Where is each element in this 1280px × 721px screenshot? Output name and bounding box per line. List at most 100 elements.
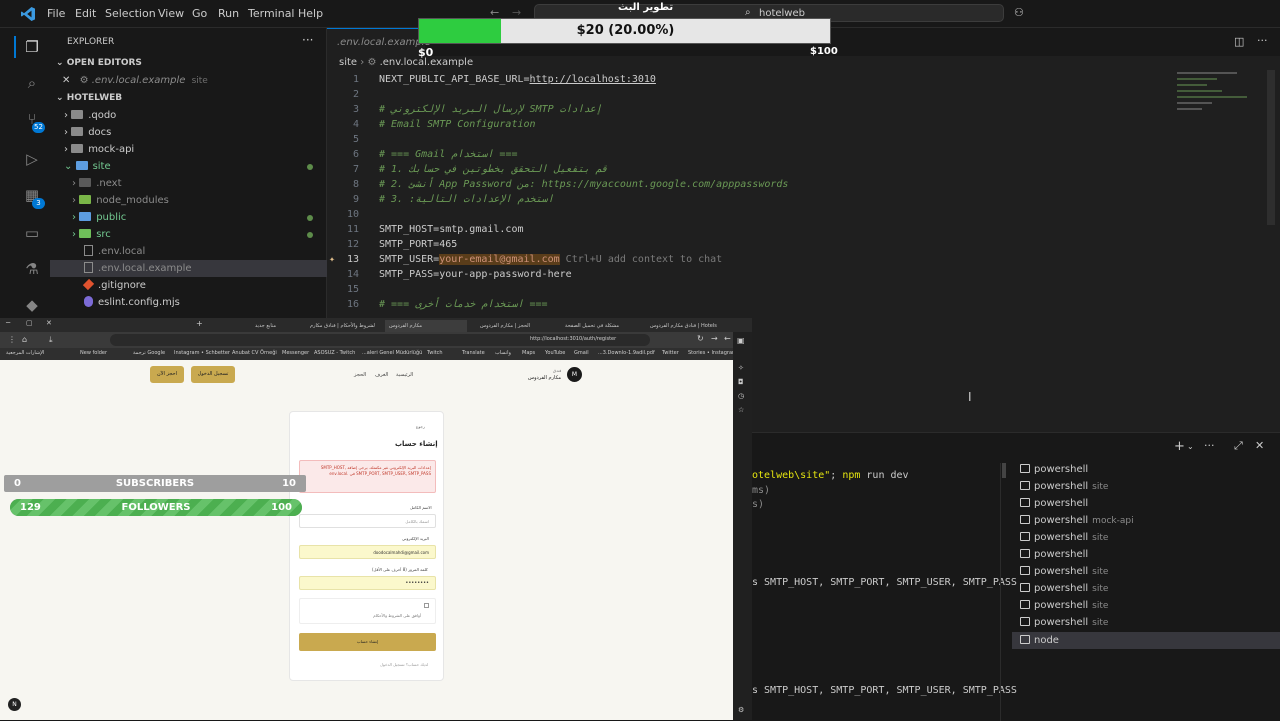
menu-edit[interactable]: Edit — [75, 7, 96, 20]
tree-item-public[interactable]: › public — [50, 209, 327, 226]
menu-icon[interactable]: ⋮ — [8, 335, 16, 344]
bookmark[interactable]: ...aleri Genel Müdürlüğü — [362, 350, 422, 356]
search-icon[interactable]: ⌕ — [23, 74, 41, 92]
url-input[interactable]: http://localhost:3010/auth/register — [110, 334, 650, 346]
breadcrumb-folder[interactable]: site — [339, 57, 357, 68]
bookmark[interactable]: Instagram • Schbetter — [174, 350, 230, 356]
code-line[interactable]: 3 # لإرسال البريد الإلكتروني SMTP إعدادات — [327, 102, 1267, 117]
code-line[interactable]: 9 # 3. :استخدم الإعدادات التالية — [327, 192, 1267, 207]
code-line[interactable]: 5 — [327, 132, 1267, 147]
terminal-scroll-thumb[interactable] — [1002, 463, 1006, 478]
tree-item-mock-api[interactable]: › mock-api — [50, 141, 327, 158]
bookmark[interactable]: ASOSUZ - Twitch — [314, 350, 355, 356]
bookmark[interactable]: YouTube — [545, 350, 565, 356]
forward-icon[interactable]: → — [711, 334, 718, 343]
login-button[interactable]: تسجيل الدخول — [191, 366, 235, 383]
terminal-instance[interactable]: powershell site — [1012, 563, 1280, 580]
bookmark[interactable]: Gmail — [574, 350, 589, 356]
settings-icon[interactable]: ⚙ — [738, 706, 744, 714]
bookmark[interactable]: واتساب — [495, 350, 511, 356]
more-actions-icon[interactable]: ··· — [302, 33, 313, 47]
reload-icon[interactable]: ↻ — [697, 334, 704, 343]
split-editor-icon[interactable]: ◫ — [1234, 35, 1244, 48]
menu-selection[interactable]: Selection — [105, 7, 156, 20]
python-icon[interactable]: ◆ — [23, 296, 41, 314]
extension-icon[interactable]: ⌂ — [22, 335, 27, 344]
project-header[interactable]: ⌄ HOTELWEB — [50, 90, 327, 107]
email-field[interactable]: doodocalmahdi@gmail.com — [299, 545, 436, 559]
code-line[interactable]: 16 # === استخدام خدمات أخرى === — [327, 297, 1267, 312]
nav-link-home[interactable]: الرئيسية — [396, 372, 413, 378]
run-debug-icon[interactable]: ▷ — [23, 150, 41, 168]
menu-help[interactable]: Help — [298, 7, 323, 20]
new-tab-icon[interactable]: + — [196, 319, 203, 328]
history-icon[interactable]: ◷ — [738, 392, 744, 400]
browser-tab-active[interactable]: مكارم الفردوس — [385, 320, 467, 332]
bookmark[interactable]: Maps — [522, 350, 535, 356]
terminal-instance[interactable]: powershell — [1012, 461, 1280, 478]
minimap[interactable] — [1177, 70, 1267, 125]
minimize-icon[interactable]: ─ — [6, 319, 10, 327]
testing-icon[interactable]: ⚗ — [23, 260, 41, 278]
browser-tab[interactable]: متابع جديد — [255, 320, 295, 332]
bookmark[interactable]: Stories • Instagram — [688, 350, 737, 356]
bookmark[interactable]: Twitch — [427, 350, 443, 356]
open-editor-item[interactable]: ✕ ⚙ .env.local.example site — [50, 72, 327, 89]
terminal-instance-active[interactable]: node — [1012, 632, 1280, 649]
browser-tab[interactable]: مشكلة في تحميل الصفحة — [565, 320, 640, 332]
create-account-button[interactable]: إنشاء حساب — [299, 633, 436, 651]
back-icon[interactable]: ← — [724, 334, 731, 343]
bookmark[interactable]: Messenger — [282, 350, 309, 356]
brand-logo[interactable]: M — [567, 367, 582, 382]
code-line[interactable]: 14 SMTP_PASS=your-app-password-here — [327, 267, 1267, 282]
code-line[interactable]: 1 NEXT_PUBLIC_API_BASE_URL=http://localho… — [327, 72, 1267, 87]
download-icon[interactable]: ⤓ — [49, 335, 53, 345]
brand-name[interactable]: مكارم الفردوس — [528, 375, 561, 381]
maximize-panel-icon[interactable]: ⤢ — [1234, 439, 1243, 453]
chevron-down-icon[interactable]: ⌄ — [1187, 442, 1194, 451]
nextjs-devtools-icon[interactable]: N — [8, 698, 21, 711]
tree-item-next[interactable]: › .next — [50, 175, 327, 192]
menu-terminal[interactable]: Terminal — [248, 7, 295, 20]
bookmark[interactable]: Anubat CV Örneği — [232, 350, 277, 356]
tree-item-docs[interactable]: › docs — [50, 124, 327, 141]
bookmark[interactable]: Translate — [462, 350, 485, 356]
password-field[interactable]: •••••••• — [299, 576, 436, 590]
open-editors-header[interactable]: ⌄ OPEN EDITORS — [50, 55, 327, 72]
bookmark[interactable]: ترجمة Google — [133, 350, 165, 356]
code-line[interactable]: ✦ 13 SMTP_USER=your-email@gmail.com Ctrl+U… — [327, 252, 1267, 267]
more-actions-icon[interactable]: ··· — [1257, 34, 1268, 47]
code-line[interactable]: 6 # === Gmail استخدام === — [327, 147, 1267, 162]
nav-link-rooms[interactable]: الغرف — [375, 372, 388, 378]
editor-tab[interactable]: .env.local.example — [327, 28, 431, 56]
terminal-instance[interactable]: powershell site — [1012, 580, 1280, 597]
menu-go[interactable]: Go — [192, 7, 207, 20]
terminal-instance[interactable]: powershell site — [1012, 478, 1280, 495]
code-line[interactable]: 15 — [327, 282, 1267, 297]
copilot-icon[interactable]: ⚇ — [1014, 6, 1024, 19]
menu-file[interactable]: File — [47, 7, 65, 20]
tree-item-src[interactable]: › src — [50, 226, 327, 243]
close-icon[interactable]: ✕ — [46, 319, 52, 327]
editor-scrollbar[interactable] — [1267, 70, 1275, 225]
menu-run[interactable]: Run — [218, 7, 239, 20]
code-line[interactable]: 11 SMTP_HOST=smtp.gmail.com — [327, 222, 1267, 237]
browser-tab[interactable]: الحجز | مكارم الفردوس — [480, 320, 550, 332]
bag-icon[interactable]: ◘ — [738, 378, 744, 386]
terminal-instance[interactable]: powershell — [1012, 495, 1280, 512]
tree-item-env-local-example[interactable]: .env.local.example — [50, 260, 327, 277]
login-footer-link[interactable]: لديك حساب؟ تسجيل الدخول — [380, 662, 428, 667]
tree-item-qodo[interactable]: › .qodo — [50, 107, 327, 124]
terms-checkbox[interactable] — [424, 603, 429, 608]
code-line[interactable]: 2 — [327, 87, 1267, 102]
remote-explorer-icon[interactable]: ▭ — [23, 224, 41, 242]
sidebar-panel-icon[interactable]: ▣ — [737, 336, 745, 345]
tree-item-eslint-config[interactable]: eslint.config.mjs — [50, 294, 327, 311]
bookmark[interactable]: ...3.Downlo-1.9adil.pdf — [598, 350, 655, 356]
terminal-instance[interactable]: powershell site — [1012, 597, 1280, 614]
nav-link-booking[interactable]: الحجز — [354, 372, 366, 378]
book-now-button[interactable]: احجز الآن — [150, 366, 184, 383]
bookmark[interactable]: Twitter — [662, 350, 679, 356]
close-panel-icon[interactable]: ✕ — [1255, 439, 1264, 452]
terminal-instance[interactable]: powershell — [1012, 546, 1280, 563]
